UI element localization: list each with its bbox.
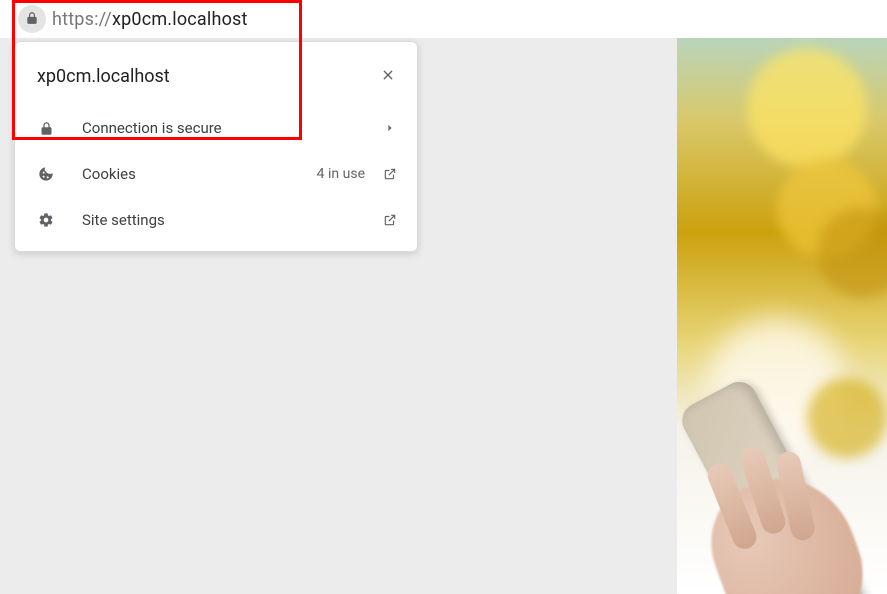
url-host: xp0cm.localhost <box>112 9 248 30</box>
site-information-popup: xp0cm.localhost Connection is secure <box>14 41 418 252</box>
lock-icon <box>37 121 55 136</box>
cookies-count: 4 in use <box>317 166 365 182</box>
connection-row[interactable]: Connection is secure <box>15 105 417 151</box>
cookies-label: Cookies <box>82 165 317 183</box>
open-external-icon <box>383 167 397 181</box>
close-button[interactable] <box>379 68 397 86</box>
close-icon <box>381 67 395 86</box>
connection-label: Connection is secure <box>82 119 383 137</box>
lock-icon <box>25 10 39 29</box>
cookie-icon <box>37 166 55 182</box>
address-bar[interactable]: https://xp0cm.localhost <box>0 0 887 38</box>
chevron-right-icon <box>383 123 397 133</box>
cookies-row[interactable]: Cookies 4 in use <box>15 151 417 197</box>
open-external-icon <box>383 213 397 227</box>
popup-header: xp0cm.localhost <box>15 42 417 105</box>
site-settings-label: Site settings <box>82 211 383 229</box>
url-scheme: https:// <box>52 9 112 30</box>
page-hero-photo <box>677 38 887 594</box>
url-display[interactable]: https://xp0cm.localhost <box>52 9 248 30</box>
site-settings-row[interactable]: Site settings <box>15 197 417 243</box>
site-info-button[interactable] <box>18 5 46 33</box>
gear-icon <box>37 212 55 228</box>
popup-site-title: xp0cm.localhost <box>37 66 170 87</box>
